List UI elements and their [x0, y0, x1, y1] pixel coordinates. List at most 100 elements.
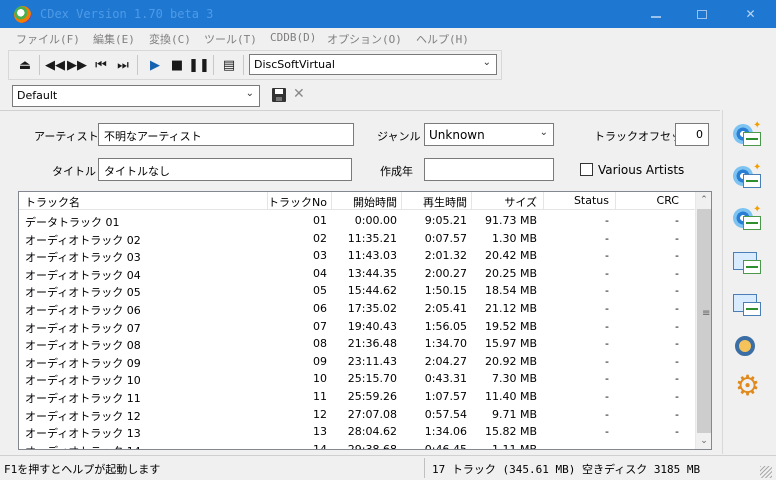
col-start-time[interactable]: 開始時間: [331, 194, 397, 210]
col-play-time[interactable]: 再生時間: [401, 194, 467, 210]
minimize-button[interactable]: [633, 0, 679, 28]
save-profile-icon[interactable]: [272, 88, 286, 102]
table-row[interactable]: オーディオトラック 11 11 25:59.26 1:07.57 11.40 MB - -: [19, 388, 695, 406]
window-title: CDex Version 1.70 beta 3: [40, 7, 214, 21]
cd-info-icon: ▤: [222, 57, 236, 73]
cell-play-time: 0:07.57: [424, 231, 467, 245]
year-label: 作成年: [380, 165, 413, 178]
table-row[interactable]: オーディオトラック 03 03 11:43.03 2:01.32 20.42 MB - -: [19, 247, 695, 265]
track-offset-value: 0: [696, 128, 703, 141]
fast-forward-button[interactable]: ▶▶: [67, 55, 87, 75]
title-bar[interactable]: CDex Version 1.70 beta 3 ✕: [0, 0, 776, 28]
settings-gear-icon[interactable]: ⚙: [731, 372, 763, 402]
rewind-button[interactable]: ◀◀: [45, 55, 65, 75]
table-row[interactable]: オーディオトラック 14 14 29:38.68 0:46.45 1.11 MB: [19, 441, 695, 449]
convert-wav-mp3-icon[interactable]: [731, 248, 763, 278]
cell-crc: -: [675, 337, 679, 351]
cell-size: 19.52 MB: [484, 319, 537, 333]
cell-track-name: データトラック 01: [25, 216, 120, 229]
title-input[interactable]: タイトルなし: [98, 158, 352, 181]
track-offset-input[interactable]: 0: [675, 123, 709, 146]
artist-input[interactable]: 不明なアーティスト: [98, 123, 354, 146]
menu-bar: ファイル(F) 編集(E) 変換(C) ツール(T) CDDB(D) オプション…: [0, 28, 776, 48]
scroll-down-icon[interactable]: ⌄: [696, 433, 711, 449]
col-track-name[interactable]: トラック名: [25, 194, 80, 210]
cell-status: -: [605, 319, 609, 333]
vertical-scrollbar[interactable]: ⌃ ≡ ⌄: [695, 192, 711, 449]
scroll-thumb[interactable]: ≡: [697, 209, 711, 433]
cell-status: -: [605, 249, 609, 263]
table-row[interactable]: オーディオトラック 10 10 25:15.70 0:43.31 7.30 MB - -: [19, 370, 695, 388]
menu-edit[interactable]: 編集(E): [93, 31, 135, 47]
pause-button[interactable]: ❚❚: [188, 55, 210, 75]
extract-partial-icon[interactable]: ✦: [731, 204, 763, 234]
cell-size: 9.71 MB: [491, 407, 537, 421]
eject-button[interactable]: ⏏: [15, 55, 35, 75]
table-row[interactable]: オーディオトラック 12 12 27:07.08 0:57.54 9.71 MB - -: [19, 406, 695, 424]
cell-play-time: 0:57.54: [424, 407, 467, 421]
drive-select[interactable]: DiscSoftVirtual ⌄: [249, 54, 497, 75]
next-track-icon: ⏭: [117, 57, 129, 73]
cell-status: -: [605, 302, 609, 315]
genre-select[interactable]: Unknown ⌄: [424, 123, 554, 146]
grip-icon: ≡: [702, 308, 711, 319]
cell-size: 15.97 MB: [484, 337, 537, 351]
menu-tools[interactable]: ツール(T): [204, 31, 257, 47]
close-button[interactable]: ✕: [725, 0, 776, 28]
table-row[interactable]: オーディオトラック 07 07 19:40.43 1:56.05 19.52 MB - -: [19, 318, 695, 336]
cell-track-no: 13: [313, 425, 327, 439]
cd-info-button[interactable]: ▤: [219, 55, 239, 75]
cell-size: 20.42 MB: [484, 249, 537, 263]
next-track-button[interactable]: ⏭: [113, 55, 133, 75]
cdex-app-icon[interactable]: [14, 6, 31, 23]
cell-track-no: 04: [313, 266, 327, 280]
scroll-up-icon[interactable]: ⌃: [696, 192, 711, 208]
resize-grip-icon[interactable]: [760, 466, 772, 478]
table-row[interactable]: オーディオトラック 06 06 17:35.02 2:05.41 21.12 MB - -: [19, 300, 695, 318]
play-button[interactable]: ▶: [145, 55, 165, 75]
convert-mp3-wav-icon[interactable]: [731, 290, 763, 320]
cell-play-time: 2:05.41: [424, 302, 467, 315]
table-row[interactable]: オーディオトラック 02 02 11:35.21 0:07.57 1.30 MB - -: [19, 230, 695, 248]
col-crc[interactable]: CRC: [615, 194, 679, 207]
menu-cddb[interactable]: CDDB(D): [270, 31, 316, 44]
previous-track-button[interactable]: ⏮: [91, 55, 111, 75]
table-row[interactable]: オーディオトラック 09 09 23:11.43 2:04.27 20.92 MB - -: [19, 353, 695, 371]
various-artists-checkbox[interactable]: [580, 163, 593, 176]
various-artists-label[interactable]: Various Artists: [598, 163, 684, 177]
delete-profile-icon[interactable]: ✕: [293, 86, 305, 102]
year-input[interactable]: [424, 158, 554, 181]
profile-select[interactable]: Default ⌄: [12, 85, 260, 107]
cell-track-no: 12: [313, 407, 327, 421]
menu-file[interactable]: ファイル(F): [16, 31, 80, 47]
track-list[interactable]: トラック名 トラックNo 開始時間 再生時間 サイズ Status CRC デー…: [18, 191, 712, 450]
cell-crc: -: [675, 354, 679, 368]
title-label: タイトル: [52, 165, 96, 178]
table-row[interactable]: オーディオトラック 05 05 15:44.62 1:50.15 18.54 MB - -: [19, 282, 695, 300]
menu-help[interactable]: ヘルプ(H): [416, 31, 469, 47]
cell-start-time: 23:11.43: [347, 354, 397, 368]
maximize-button[interactable]: [679, 0, 725, 28]
playlist-zoom-icon[interactable]: [731, 334, 763, 364]
table-row[interactable]: オーディオトラック 08 08 21:36.48 1:34.70 15.97 MB - -: [19, 335, 695, 353]
stop-button[interactable]: ■: [167, 55, 187, 75]
artist-value: 不明なアーティスト: [104, 130, 202, 143]
menu-options[interactable]: オプション(O): [327, 31, 402, 47]
cell-track-no: 10: [313, 372, 327, 386]
col-track-no[interactable]: トラックNo: [267, 194, 327, 210]
toolbar-separator: [137, 55, 138, 75]
extract-wav-icon[interactable]: ✦: [731, 120, 763, 150]
table-row[interactable]: データトラック 01 01 0:00.00 9:05.21 91.73 MB - -: [19, 212, 695, 230]
cell-track-name: オーディオトラック 11: [25, 392, 141, 405]
pause-icon: ❚❚: [188, 57, 210, 73]
extract-mp3-icon[interactable]: ✦: [731, 162, 763, 192]
cell-crc: -: [675, 372, 679, 386]
play-icon: ▶: [150, 57, 160, 73]
table-row[interactable]: オーディオトラック 13 13 28:04.62 1:34.06 15.82 MB - -: [19, 423, 695, 441]
table-row[interactable]: オーディオトラック 04 04 13:44.35 2:00.27 20.25 MB - -: [19, 265, 695, 283]
menu-convert[interactable]: 変換(C): [149, 31, 191, 47]
col-size[interactable]: サイズ: [471, 194, 537, 210]
col-status[interactable]: Status: [543, 194, 609, 207]
cell-start-time: 11:35.21: [347, 231, 397, 245]
cell-play-time: 1:07.57: [424, 390, 467, 403]
